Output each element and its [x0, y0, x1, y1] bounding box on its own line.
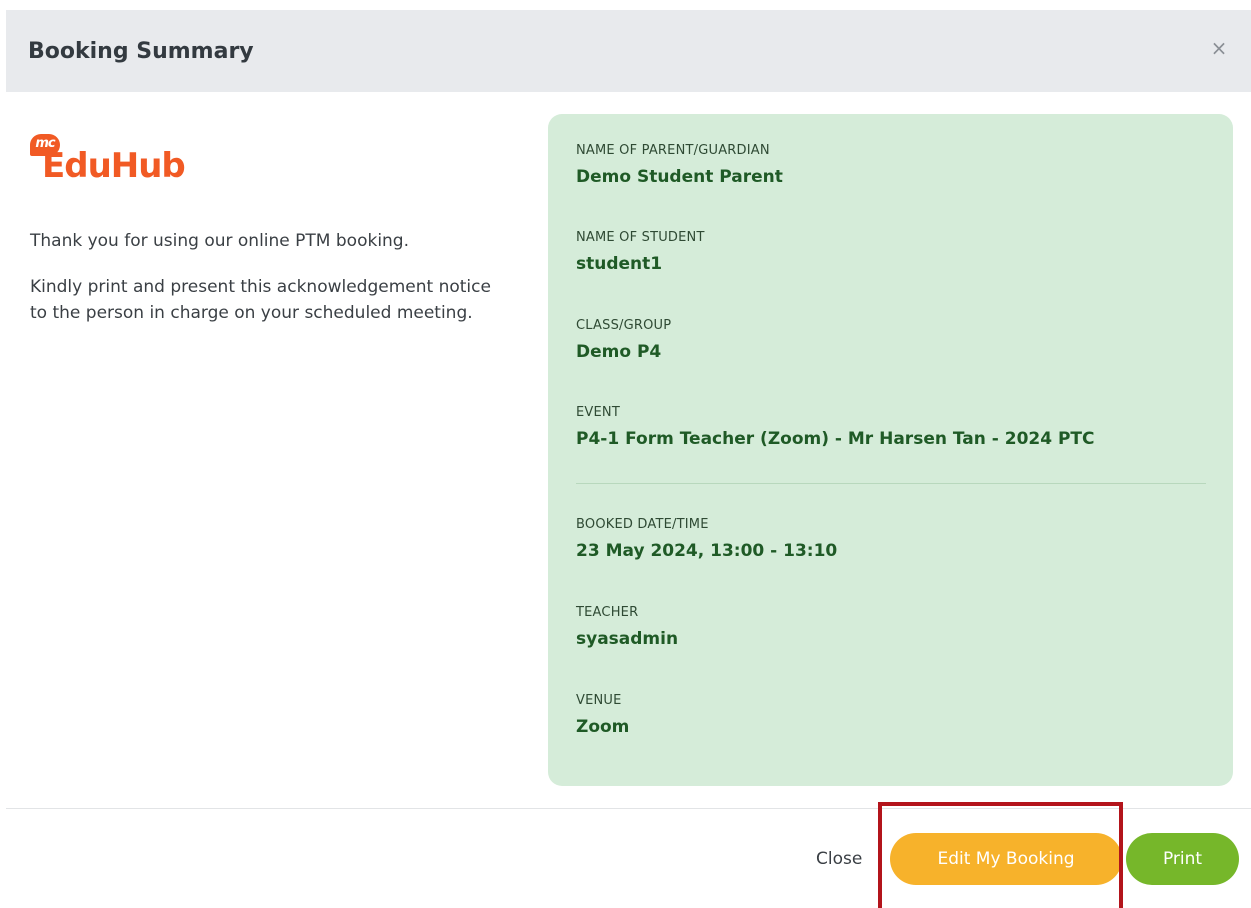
intro-thanks: Thank you for using our online PTM booki… — [30, 231, 410, 251]
details-divider — [576, 483, 1206, 484]
class-label: CLASS/GROUP — [576, 318, 672, 333]
parent-value: Demo Student Parent — [576, 167, 783, 187]
modal-title: Booking Summary — [28, 39, 254, 64]
student-value: student1 — [576, 254, 663, 274]
parent-label: NAME OF PARENT/GUARDIAN — [576, 143, 770, 158]
event-label: EVENT — [576, 405, 620, 420]
datetime-value: 23 May 2024, 13:00 - 13:10 — [576, 541, 838, 561]
parent-field: NAME OF PARENT/GUARDIAN Demo Student Par… — [576, 142, 783, 190]
venue-field: VENUE Zoom — [576, 692, 629, 740]
booking-summary-modal: Booking Summary × mc EduHub Thank you fo… — [0, 0, 1251, 908]
logo-wordmark: EduHub — [42, 146, 186, 186]
teacher-field: TEACHER syasadmin — [576, 604, 678, 652]
modal-header: Booking Summary × — [6, 10, 1251, 92]
edit-booking-button[interactable]: Edit My Booking — [890, 833, 1122, 885]
venue-label: VENUE — [576, 693, 622, 708]
datetime-field: BOOKED DATE/TIME 23 May 2024, 13:00 - 13… — [576, 516, 837, 564]
datetime-label: BOOKED DATE/TIME — [576, 517, 709, 532]
intro-instructions: Kindly print and present this acknowledg… — [30, 277, 491, 323]
student-field: NAME OF STUDENT student1 — [576, 229, 705, 277]
intro-text: Thank you for using our online PTM booki… — [30, 228, 500, 346]
teacher-value: syasadmin — [576, 629, 679, 649]
booking-details-panel: NAME OF PARENT/GUARDIAN Demo Student Par… — [548, 114, 1233, 786]
footer-divider — [6, 808, 1251, 809]
student-label: NAME OF STUDENT — [576, 230, 705, 245]
class-value: Demo P4 — [576, 342, 662, 362]
venue-value: Zoom — [576, 717, 630, 737]
close-button[interactable]: Close — [816, 846, 862, 872]
teacher-label: TEACHER — [576, 605, 639, 620]
event-field: EVENT P4-1 Form Teacher (Zoom) - Mr Hars… — [576, 404, 1095, 452]
class-field: CLASS/GROUP Demo P4 — [576, 317, 671, 365]
eduhub-logo: mc EduHub — [30, 134, 250, 188]
event-value: P4-1 Form Teacher (Zoom) - Mr Harsen Tan… — [576, 429, 1095, 449]
print-button[interactable]: Print — [1126, 833, 1239, 885]
close-icon[interactable]: × — [1207, 36, 1231, 60]
